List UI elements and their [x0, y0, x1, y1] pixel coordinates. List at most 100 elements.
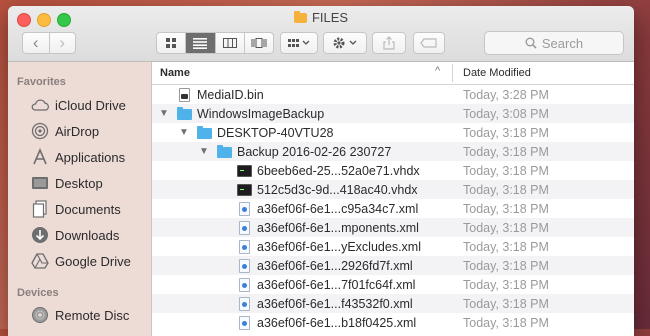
file-name: a36ef06f-6e1...f43532f0.xml	[257, 297, 413, 311]
toolbar: FILES ‹ › Search	[8, 6, 634, 62]
file-row[interactable]: a36ef06f-6e1...f43532f0.xml Today, 3:18 P…	[152, 294, 634, 313]
disclosure-triangle-icon[interactable]: ▼	[199, 146, 209, 157]
file-name: 6beeb6ed-25...52a0e71.vhdx	[257, 164, 420, 178]
disclosure-triangle-icon[interactable]: ▼	[179, 127, 189, 138]
file-row[interactable]: ▼ Backup 2016-02-26 230727 Today, 3:18 PM	[152, 142, 634, 161]
file-date-modified: Today, 3:18 PM	[463, 183, 549, 197]
airdrop-icon	[30, 122, 50, 140]
file-date-modified: Today, 3:18 PM	[463, 164, 549, 178]
column-view-button[interactable]	[214, 33, 244, 53]
file-date-modified: Today, 3:18 PM	[463, 145, 549, 159]
xml-file-icon	[236, 296, 252, 311]
downloads-icon	[30, 226, 50, 244]
disk-image-icon	[236, 163, 252, 178]
view-mode-buttons	[156, 32, 274, 54]
file-date-modified: Today, 3:18 PM	[463, 126, 549, 140]
search-placeholder: Search	[541, 35, 584, 51]
name-column-header[interactable]: Name	[160, 67, 190, 79]
sidebar-heading-devices: Devices	[17, 287, 59, 299]
action-button[interactable]	[323, 32, 367, 54]
search-icon	[525, 37, 537, 49]
file-date-modified: Today, 3:18 PM	[463, 316, 549, 330]
file-row[interactable]: MediaID.bin Today, 3:28 PM	[152, 85, 634, 104]
disclosure-triangle-icon[interactable]: ▼	[159, 108, 169, 119]
sidebar-item-icloud-drive[interactable]: iCloud Drive	[30, 94, 126, 116]
sidebar-item-applications[interactable]: Applications	[30, 146, 125, 168]
file-date-modified: Today, 3:18 PM	[463, 278, 549, 292]
file-name: WindowsImageBackup	[197, 107, 325, 121]
share-button[interactable]	[372, 32, 406, 54]
xml-file-icon	[236, 239, 252, 254]
file-name: MediaID.bin	[197, 88, 264, 102]
file-name: a36ef06f-6e1...mponents.xml	[257, 221, 419, 235]
documents-icon	[30, 200, 50, 218]
binary-file-icon	[176, 87, 192, 102]
back-button[interactable]: ‹	[23, 33, 49, 53]
icon-view-button[interactable]	[157, 33, 185, 53]
column-header: Name ^ Date Modified	[152, 62, 634, 85]
file-row[interactable]: a36ef06f-6e1...mponents.xml Today, 3:18 P…	[152, 218, 634, 237]
folder-icon	[196, 125, 212, 140]
cover-flow-view-button[interactable]	[243, 33, 273, 53]
list-view-button[interactable]	[185, 33, 215, 53]
file-rows: MediaID.bin Today, 3:28 PM ▼ WindowsImageBa…	[152, 85, 634, 332]
tag-button[interactable]	[413, 32, 445, 54]
cover-flow-icon	[251, 38, 267, 48]
sidebar-item-documents[interactable]: Documents	[30, 198, 121, 220]
file-name: a36ef06f-6e1...yExcludes.xml	[257, 240, 421, 254]
file-row[interactable]: a36ef06f-6e1...2926fd7f.xml Today, 3:18 P…	[152, 256, 634, 275]
sidebar-item-desktop[interactable]: Desktop	[30, 172, 103, 194]
sidebar-heading-favorites: Favorites	[17, 76, 66, 88]
column-view-icon	[222, 38, 237, 48]
window-title: FILES	[8, 10, 634, 25]
sort-indicator-icon: ^	[435, 65, 441, 77]
file-row[interactable]: a36ef06f-6e1...b18f0425.xml Today, 3:18 P…	[152, 313, 634, 332]
xml-file-icon	[236, 220, 252, 235]
forward-button[interactable]: ›	[48, 33, 76, 53]
file-name: a36ef06f-6e1...c95a34c7.xml	[257, 202, 419, 216]
applications-icon	[30, 148, 50, 166]
file-name: DESKTOP-40VTU28	[217, 126, 334, 140]
column-divider[interactable]	[452, 64, 453, 82]
file-date-modified: Today, 3:18 PM	[463, 259, 549, 273]
file-row[interactable]: a36ef06f-6e1...yExcludes.xml Today, 3:18 …	[152, 237, 634, 256]
arrange-button[interactable]	[280, 32, 318, 54]
file-row[interactable]: ▼ DESKTOP-40VTU28 Today, 3:18 PM	[152, 123, 634, 142]
file-date-modified: Today, 3:18 PM	[463, 297, 549, 311]
sidebar-item-remote-disc[interactable]: Remote Disc	[30, 304, 129, 326]
file-row[interactable]: ▼ WindowsImageBackup Today, 3:08 PM	[152, 104, 634, 123]
cloud-icon	[30, 96, 50, 114]
folder-icon	[216, 144, 232, 159]
disk-image-icon	[236, 182, 252, 197]
file-name: 512c5d3c-9d...418ac40.vhdx	[257, 183, 418, 197]
sidebar-item-google-drive[interactable]: Google Drive	[30, 250, 131, 272]
file-row[interactable]: a36ef06f-6e1...c95a34c7.xml Today, 3:18 P…	[152, 199, 634, 218]
folder-icon	[293, 11, 307, 23]
share-icon	[383, 36, 395, 50]
gear-icon	[333, 37, 357, 49]
file-list: Name ^ Date Modified MediaID.bin Today, 3…	[152, 62, 634, 336]
sidebar-item-downloads[interactable]: Downloads	[30, 224, 119, 246]
xml-file-icon	[236, 277, 252, 292]
file-name: a36ef06f-6e1...2926fd7f.xml	[257, 259, 413, 273]
tag-icon	[420, 38, 437, 48]
disc-icon	[30, 306, 50, 324]
file-name: a36ef06f-6e1...b18f0425.xml	[257, 316, 417, 330]
file-name: a36ef06f-6e1...7f01fc64f.xml	[257, 278, 416, 292]
date-modified-column-header[interactable]: Date Modified	[463, 67, 531, 79]
search-field[interactable]: Search	[484, 31, 624, 55]
icon-view-icon	[166, 38, 177, 48]
file-date-modified: Today, 3:18 PM	[463, 221, 549, 235]
file-date-modified: Today, 3:08 PM	[463, 107, 549, 121]
arrange-icon	[288, 39, 310, 47]
xml-file-icon	[236, 258, 252, 273]
xml-file-icon	[236, 201, 252, 216]
file-row[interactable]: 6beeb6ed-25...52a0e71.vhdx Today, 3:18 PM	[152, 161, 634, 180]
desktop-icon	[30, 174, 50, 192]
xml-file-icon	[236, 315, 252, 330]
navigation-buttons: ‹ ›	[22, 32, 76, 54]
file-row[interactable]: a36ef06f-6e1...7f01fc64f.xml Today, 3:18 …	[152, 275, 634, 294]
finder-window: FILES ‹ › Search Favorites iCloud Drive …	[8, 6, 634, 336]
sidebar-item-airdrop[interactable]: AirDrop	[30, 120, 99, 142]
file-row[interactable]: 512c5d3c-9d...418ac40.vhdx Today, 3:18 PM	[152, 180, 634, 199]
